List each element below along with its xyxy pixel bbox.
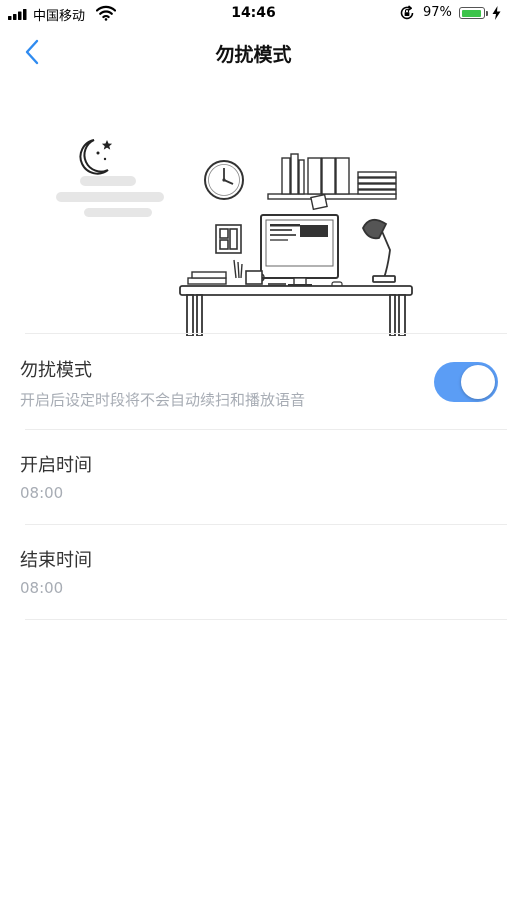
- divider: [25, 333, 507, 334]
- battery-percent: 97%: [423, 5, 452, 20]
- books-stack-illustration: [187, 259, 243, 285]
- dnd-toggle[interactable]: [434, 362, 498, 402]
- bookshelf-illustration: [267, 153, 397, 211]
- divider: [25, 429, 507, 430]
- desk-lamp-illustration: [362, 218, 396, 283]
- dnd-title: 勿扰模式: [20, 360, 92, 381]
- screen: 中国移动 14:46 97% 勿扰模式 勿扰模式 开启后设定时段将不会自动续扫和…: [0, 0, 507, 900]
- start-time-value: 08:00: [20, 484, 64, 502]
- charging-bolt-icon: [492, 6, 501, 20]
- desk-illustration-body: [179, 285, 413, 336]
- mug-illustration: [245, 270, 265, 285]
- computer-monitor-illustration: [260, 214, 343, 288]
- battery-icon: [459, 7, 485, 19]
- start-time-label: 开启时间: [20, 455, 92, 476]
- moon-stars-icon: [79, 139, 113, 175]
- battery-level-fill: [461, 9, 482, 17]
- page-title: 勿扰模式: [215, 44, 292, 66]
- toggle-knob: [461, 365, 495, 399]
- end-time-value: 08:00: [20, 579, 64, 597]
- rotation-lock-icon: [400, 5, 414, 20]
- divider: [25, 524, 507, 525]
- divider: [25, 619, 507, 620]
- picture-frame-illustration: [215, 224, 242, 254]
- desk-illustration: [56, 139, 413, 336]
- battery-cap: [486, 11, 488, 16]
- wall-clock-icon: [204, 160, 244, 200]
- status-bar: 中国移动 14:46 97%: [0, 0, 507, 28]
- end-time-label: 结束时间: [20, 550, 92, 571]
- dnd-description: 开启后设定时段将不会自动续扫和播放语音: [20, 391, 306, 409]
- cloud-illustration: [56, 176, 164, 217]
